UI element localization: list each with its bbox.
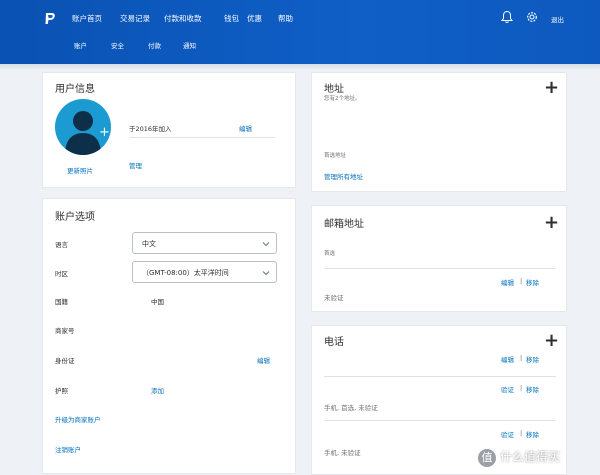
phone-title: 电话 (324, 337, 344, 348)
nav-item-transactions[interactable]: 交易记录 (120, 13, 150, 24)
language-select[interactable]: 中文 (132, 232, 277, 254)
email-unverified-status: 未验证 (324, 294, 344, 302)
manage-link[interactable]: 管理 (129, 160, 142, 170)
gear-icon[interactable] (525, 10, 539, 24)
profile-edit-link[interactable]: 编辑 (239, 123, 252, 133)
address-title: 地址 (324, 84, 344, 95)
timezone-select[interactable]: （GMT-08:00）太平洋时间 (132, 261, 277, 283)
nav-item-offers[interactable]: 优惠 (247, 13, 262, 24)
manage-addresses-link[interactable]: 管理所有地址 (324, 171, 363, 181)
passport-add-link[interactable]: 添加 (151, 385, 164, 395)
logout-link[interactable]: 退出 (551, 14, 564, 24)
subnav-item-payments[interactable]: 付款 (148, 40, 161, 50)
add-email-icon[interactable]: + (544, 214, 559, 232)
subnav-item-notifications[interactable]: 通知 (183, 40, 196, 50)
email-remove-link[interactable]: 移除 (526, 277, 539, 287)
account-options-title: 账户选项 (55, 212, 95, 223)
nav-item-home[interactable]: 账户首页 (72, 13, 102, 24)
phone1-status: 手机, 首选, 未验证 (324, 404, 378, 412)
phone2-verify-link[interactable]: 验证 (501, 429, 514, 439)
separator: | (520, 354, 523, 362)
id-card-edit-link[interactable]: 编辑 (257, 355, 270, 365)
watermark-logo-icon: 值 (478, 449, 496, 467)
address-count: 您有2个地址。 (324, 96, 361, 102)
preferred-address-label: 首选地址 (324, 153, 347, 159)
divider (324, 420, 556, 421)
divider (324, 376, 556, 377)
bell-icon[interactable] (500, 10, 514, 24)
account-options-card: 账户选项 语言 中文 时区 （GMT-08:00）太平洋时间 国籍 中国 商家号… (42, 198, 296, 474)
top-navigation-bar: 账户首页 交易记录 付款和收款 钱包 优惠 帮助 退出 账户 安全 付款 通知 (0, 0, 600, 64)
upgrade-business-link[interactable]: 升级为商家账户 (55, 414, 101, 424)
email-card: 邮箱地址 + 首选 编辑 | 移除 未验证 (311, 205, 567, 312)
language-label: 语言 (55, 241, 68, 249)
address-card: 地址 您有2个地址。 + 首选地址 管理所有地址 (311, 72, 567, 192)
divider (324, 268, 556, 269)
phone1-remove-link[interactable]: 移除 (526, 384, 539, 394)
nav-item-help[interactable]: 帮助 (278, 13, 293, 24)
phone-edit-link[interactable]: 编辑 (501, 354, 514, 364)
subnav-item-security[interactable]: 安全 (111, 40, 124, 50)
update-photo-link[interactable]: 更新照片 (67, 165, 93, 175)
nav-item-send-receive[interactable]: 付款和收款 (164, 13, 202, 24)
add-phone-icon[interactable]: + (544, 332, 559, 350)
header-shadow (0, 64, 600, 70)
phone2-remove-link[interactable]: 移除 (526, 429, 539, 439)
phone-remove-link[interactable]: 移除 (526, 354, 539, 364)
language-value: 中文 (142, 240, 156, 248)
timezone-label: 时区 (55, 270, 68, 278)
chevron-down-icon (262, 242, 270, 247)
divider (129, 137, 275, 138)
separator: | (520, 277, 523, 285)
nav-item-wallet[interactable]: 钱包 (224, 13, 239, 24)
phone1-verify-link[interactable]: 验证 (501, 384, 514, 394)
email-title: 邮箱地址 (324, 219, 364, 230)
timezone-value: （GMT-08:00）太平洋时间 (142, 269, 229, 277)
chevron-down-icon (262, 271, 270, 276)
avatar[interactable]: + (55, 99, 111, 155)
svg-text:+: + (99, 125, 110, 140)
paypal-logo-icon[interactable] (44, 12, 56, 26)
close-account-link[interactable]: 注销账户 (55, 444, 81, 454)
country-label: 国籍 (55, 298, 68, 306)
merchant-id-label: 商家号 (55, 327, 75, 335)
email-edit-link[interactable]: 编辑 (501, 277, 514, 287)
passport-label: 护照 (55, 387, 68, 395)
subnav-item-account[interactable]: 账户 (74, 40, 87, 50)
separator: | (520, 429, 523, 437)
email-preferred-tag: 首选 (324, 251, 336, 257)
country-value: 中国 (151, 298, 164, 306)
id-card-label: 身份证 (55, 357, 75, 365)
phone2-status: 手机, 未验证 (324, 449, 361, 457)
profile-title: 用户信息 (55, 84, 95, 95)
separator: | (520, 384, 523, 392)
watermark-text: 什么值得买 (500, 450, 561, 464)
person-silhouette-icon: + (65, 111, 110, 155)
joined-date: 于2016年加入 (129, 125, 172, 133)
add-address-icon[interactable]: + (544, 79, 559, 97)
